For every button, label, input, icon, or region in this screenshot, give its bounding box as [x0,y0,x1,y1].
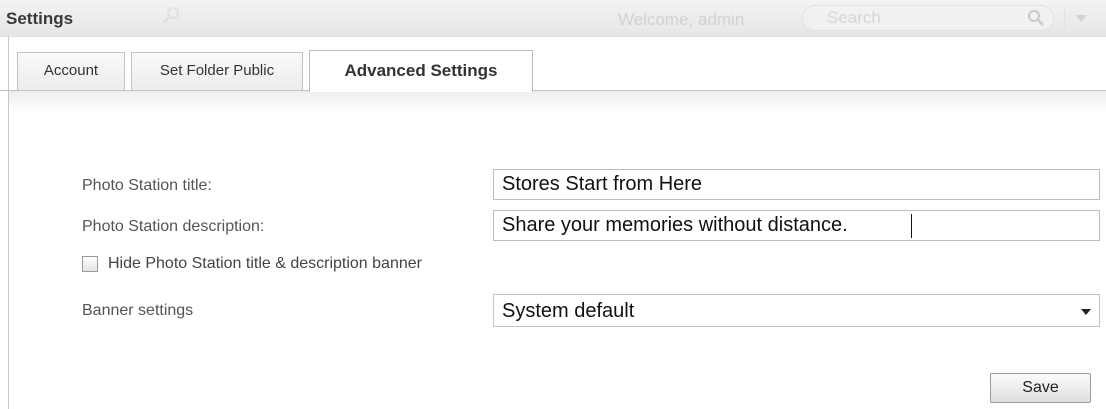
menu-dropdown-button[interactable] [1064,6,1097,30]
search-box[interactable] [802,5,1054,31]
welcome-text: Welcome, admin [618,10,745,29]
banner-settings-value: System default [502,300,635,322]
tab-set-folder-public[interactable]: Set Folder Public [131,52,303,90]
hide-banner-label: Hide Photo Station title & description b… [108,255,422,272]
save-button[interactable]: Save [990,373,1091,403]
title-label: Photo Station title: [82,177,212,194]
text-caret [911,214,912,238]
window-title: Settings [6,9,74,28]
hide-banner-checkbox[interactable] [82,256,98,272]
chevron-down-icon [1081,309,1091,315]
advanced-settings-panel [8,91,1106,409]
search-input[interactable] [827,8,1007,28]
settings-window: Settings Welcome, admin Account Set Fol [0,0,1106,409]
description-label: Photo Station description: [82,218,265,235]
tab-strip: Account Set Folder Public Advanced Setti… [8,36,1106,92]
banner-settings-select[interactable]: System default [493,294,1100,327]
chevron-down-icon [1075,15,1087,22]
title-input[interactable] [493,169,1100,200]
tab-account[interactable]: Account [17,52,125,90]
panel-shade [9,91,1106,113]
tab-advanced-settings[interactable]: Advanced Settings [309,50,533,92]
title-bar: Settings Welcome, admin [0,0,1106,37]
description-input[interactable] [493,210,1100,241]
search-icon[interactable] [1027,9,1045,27]
banner-settings-label: Banner settings [82,302,194,319]
key-icon [160,5,182,27]
